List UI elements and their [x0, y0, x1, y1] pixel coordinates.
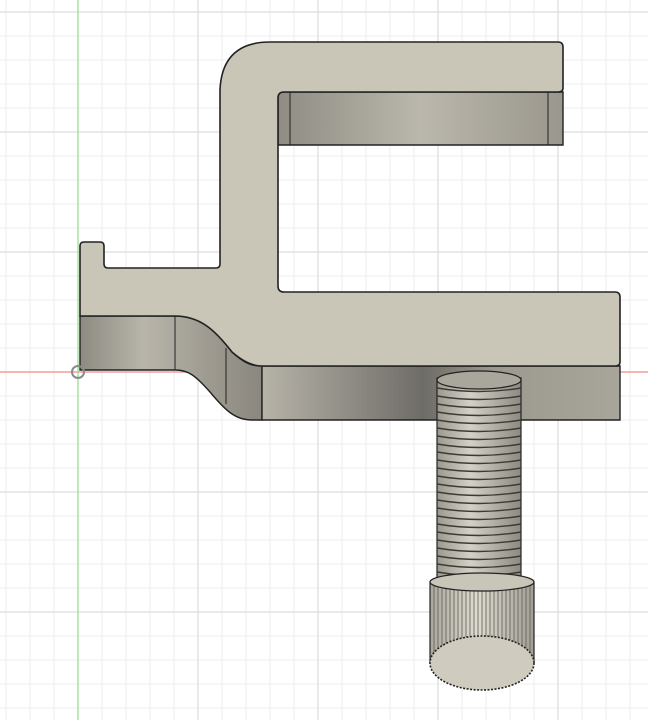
- clamp-body[interactable]: [79, 41, 621, 421]
- screw-top-end: [436, 370, 522, 390]
- screw-knob-top: [429, 572, 535, 592]
- screw-shaft: [436, 377, 522, 589]
- thumb-screw[interactable]: [429, 370, 535, 691]
- clamp-upper-slot-face: [277, 91, 564, 146]
- viewport-canvas[interactable]: [0, 0, 648, 720]
- screw-knob-end-face: [429, 635, 535, 691]
- cad-3d-viewport[interactable]: [0, 0, 648, 720]
